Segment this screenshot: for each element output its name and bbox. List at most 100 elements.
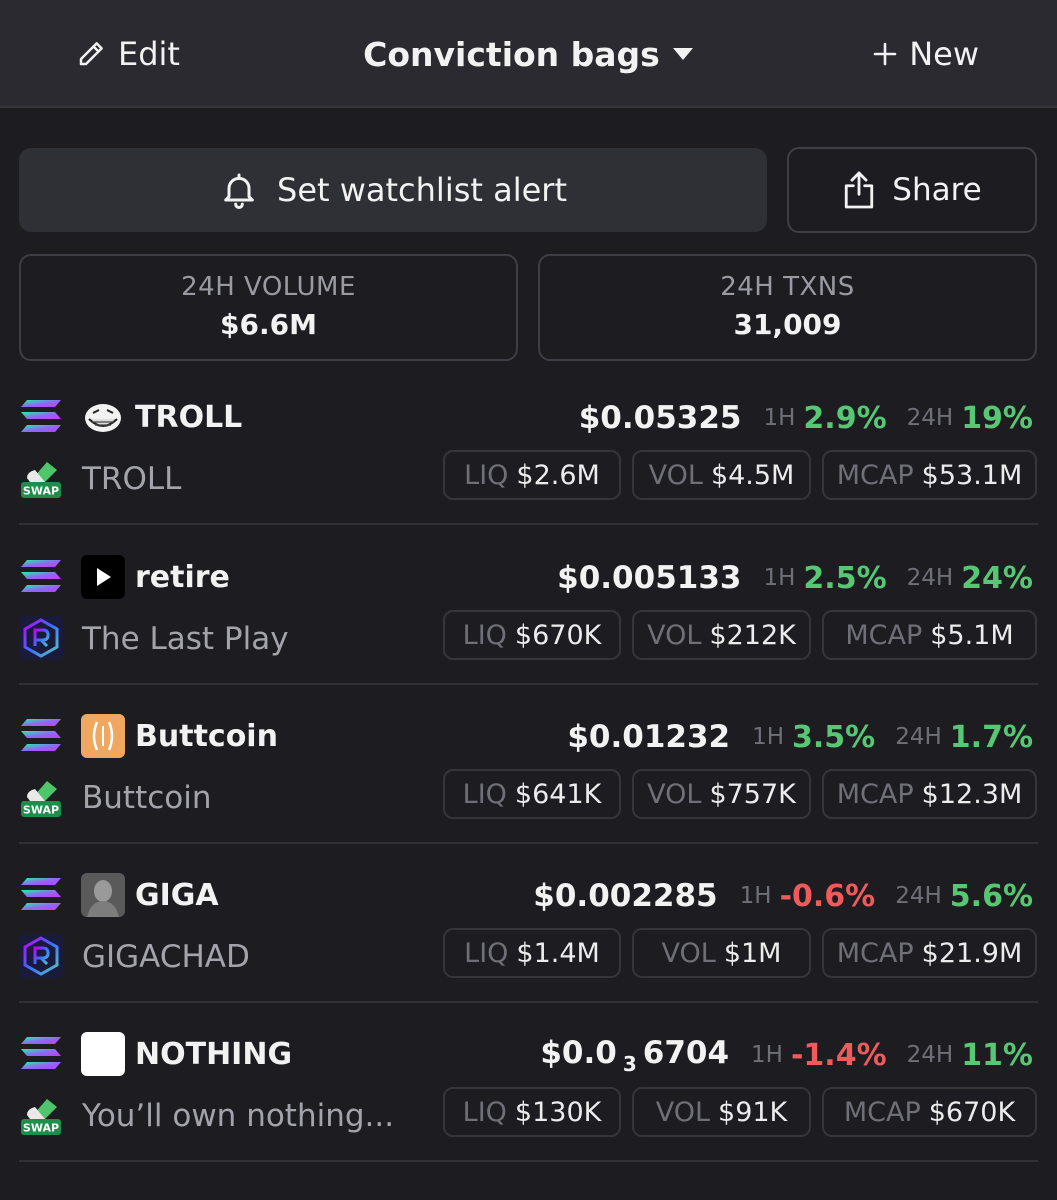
- divider: [19, 1160, 1038, 1162]
- change-24h: 5.6%: [949, 878, 1033, 914]
- token-row[interactable]: GIGA $0.002285 1H -0.6% 24H 5.6% GIGACHA…: [0, 873, 1057, 1036]
- volume-value: $6.6M: [220, 308, 317, 341]
- token-name: You’ll own nothing...: [82, 1098, 395, 1134]
- change-24h: 24%: [961, 560, 1033, 596]
- vol-label: VOL: [647, 778, 702, 810]
- svg-text:SWAP: SWAP: [23, 485, 59, 498]
- divider: [19, 842, 1038, 844]
- vol-metric: VOL $757K: [632, 769, 811, 819]
- price-group: $0.0 3 6704 1H -1.4% 24H 11%: [540, 1035, 1033, 1076]
- mcap-label: MCAP: [836, 937, 914, 969]
- liq-metric: LIQ $1.4M: [443, 928, 621, 978]
- price-group: $0.002285 1H -0.6% 24H 5.6%: [533, 876, 1033, 916]
- token-symbol: Buttcoin: [135, 719, 278, 754]
- solana-icon: [21, 400, 61, 432]
- price-group: $0.05325 1H 2.9% 24H 19%: [579, 398, 1033, 438]
- edit-button[interactable]: Edit: [76, 0, 180, 108]
- label-24h: 24H: [906, 405, 954, 431]
- token-row[interactable]: Buttcoin $0.01232 1H 3.5% 24H 1.7% SWAP …: [0, 714, 1057, 877]
- token-row[interactable]: retire $0.005133 1H 2.5% 24H 24% The Las…: [0, 555, 1057, 718]
- set-alert-button[interactable]: Set watchlist alert: [19, 148, 767, 232]
- token-name: The Last Play: [82, 621, 289, 657]
- liq-label: LIQ: [464, 459, 509, 491]
- vol-value: $1M: [723, 937, 782, 969]
- vol-value: $4.5M: [710, 459, 795, 491]
- divider: [19, 1001, 1038, 1003]
- share-button[interactable]: Share: [787, 147, 1037, 233]
- token-price: $0.05325: [578, 400, 742, 436]
- price-prefix: $0.0: [540, 1034, 617, 1071]
- vol-value: $91K: [718, 1096, 788, 1128]
- token-symbol: TROLL: [135, 400, 243, 435]
- token-price: $0.005133: [557, 560, 742, 596]
- volume-stat-card: 24H VOLUME $6.6M: [19, 254, 518, 361]
- pencil-icon: [79, 42, 103, 66]
- token-symbol: GIGA: [135, 878, 219, 913]
- play-icon: [81, 555, 125, 599]
- label-24h: 24H: [906, 565, 954, 591]
- vol-value: $757K: [709, 778, 796, 810]
- mcap-value: $670K: [928, 1096, 1016, 1128]
- label-1h: 1H: [751, 1042, 783, 1068]
- txns-stat-card: 24H TXNS 31,009: [538, 254, 1037, 361]
- liq-label: LIQ: [462, 619, 507, 651]
- change-24h: 1.7%: [949, 719, 1033, 755]
- mcap-label: MCAP: [843, 1096, 921, 1128]
- token-price: $0.01232: [567, 719, 731, 755]
- liq-value: $670K: [514, 619, 602, 651]
- swap-icon: SWAP: [19, 456, 63, 500]
- solana-icon: [21, 719, 61, 751]
- token-symbol: retire: [135, 560, 230, 595]
- new-label: New: [909, 35, 979, 73]
- trollface-icon: [81, 395, 125, 439]
- vol-metric: VOL $4.5M: [632, 450, 811, 500]
- vol-metric: VOL $212K: [632, 610, 811, 660]
- liq-value: $2.6M: [516, 459, 600, 491]
- change-1h: -0.6%: [779, 878, 876, 914]
- buttcoin-icon: [81, 714, 125, 758]
- change-1h: -1.4%: [790, 1037, 887, 1073]
- svg-text:SWAP: SWAP: [23, 1122, 59, 1135]
- label-24h: 24H: [906, 1042, 954, 1068]
- price-group: $0.005133 1H 2.5% 24H 24%: [557, 558, 1033, 598]
- liq-metric: LIQ $130K: [443, 1087, 621, 1137]
- token-name: GIGACHAD: [82, 939, 250, 975]
- mcap-value: $53.1M: [921, 459, 1023, 491]
- txns-label: 24H TXNS: [720, 272, 855, 302]
- mcap-value: $21.9M: [921, 937, 1023, 969]
- share-icon: [845, 171, 874, 209]
- liq-label: LIQ: [464, 937, 509, 969]
- mcap-metric: MCAP $53.1M: [822, 450, 1037, 500]
- token-row[interactable]: NOTHING $0.0 3 6704 1H -1.4% 24H 11% SWAP …: [0, 1032, 1057, 1195]
- label-24h: 24H: [895, 724, 942, 750]
- label-1h: 1H: [763, 405, 796, 431]
- liq-metric: LIQ $2.6M: [443, 450, 621, 500]
- divider: [19, 523, 1038, 525]
- mcap-metric: MCAP $12.3M: [822, 769, 1037, 819]
- token-symbol: NOTHING: [135, 1037, 293, 1072]
- price-group: $0.01232 1H 3.5% 24H 1.7%: [567, 717, 1033, 757]
- mcap-metric: MCAP $670K: [822, 1087, 1037, 1137]
- solana-icon: [21, 1037, 61, 1069]
- blank-square-icon: [81, 1032, 125, 1076]
- plus-icon: [873, 42, 897, 66]
- vol-metric: VOL $91K: [632, 1087, 811, 1137]
- edit-label: Edit: [118, 35, 180, 73]
- change-24h: 19%: [961, 400, 1033, 436]
- liq-value: $130K: [514, 1096, 602, 1128]
- mcap-label: MCAP: [845, 619, 923, 651]
- solana-icon: [21, 878, 61, 910]
- watchlist-title: Conviction bags: [363, 34, 660, 74]
- svg-text:SWAP: SWAP: [23, 804, 59, 817]
- token-price: $0.0 3 6704: [540, 1035, 729, 1076]
- top-bar: Edit Conviction bags New: [0, 0, 1057, 108]
- swap-icon: SWAP: [19, 1093, 63, 1137]
- liq-value: $641K: [514, 778, 602, 810]
- new-button[interactable]: New: [873, 0, 979, 108]
- label-1h: 1H: [739, 883, 772, 909]
- divider: [19, 683, 1038, 685]
- token-row[interactable]: TROLL $0.05325 1H 2.9% 24H 19% SWAP TROL…: [0, 395, 1057, 558]
- liq-value: $1.4M: [516, 937, 600, 969]
- vol-label: VOL: [661, 937, 716, 969]
- vol-value: $212K: [709, 619, 796, 651]
